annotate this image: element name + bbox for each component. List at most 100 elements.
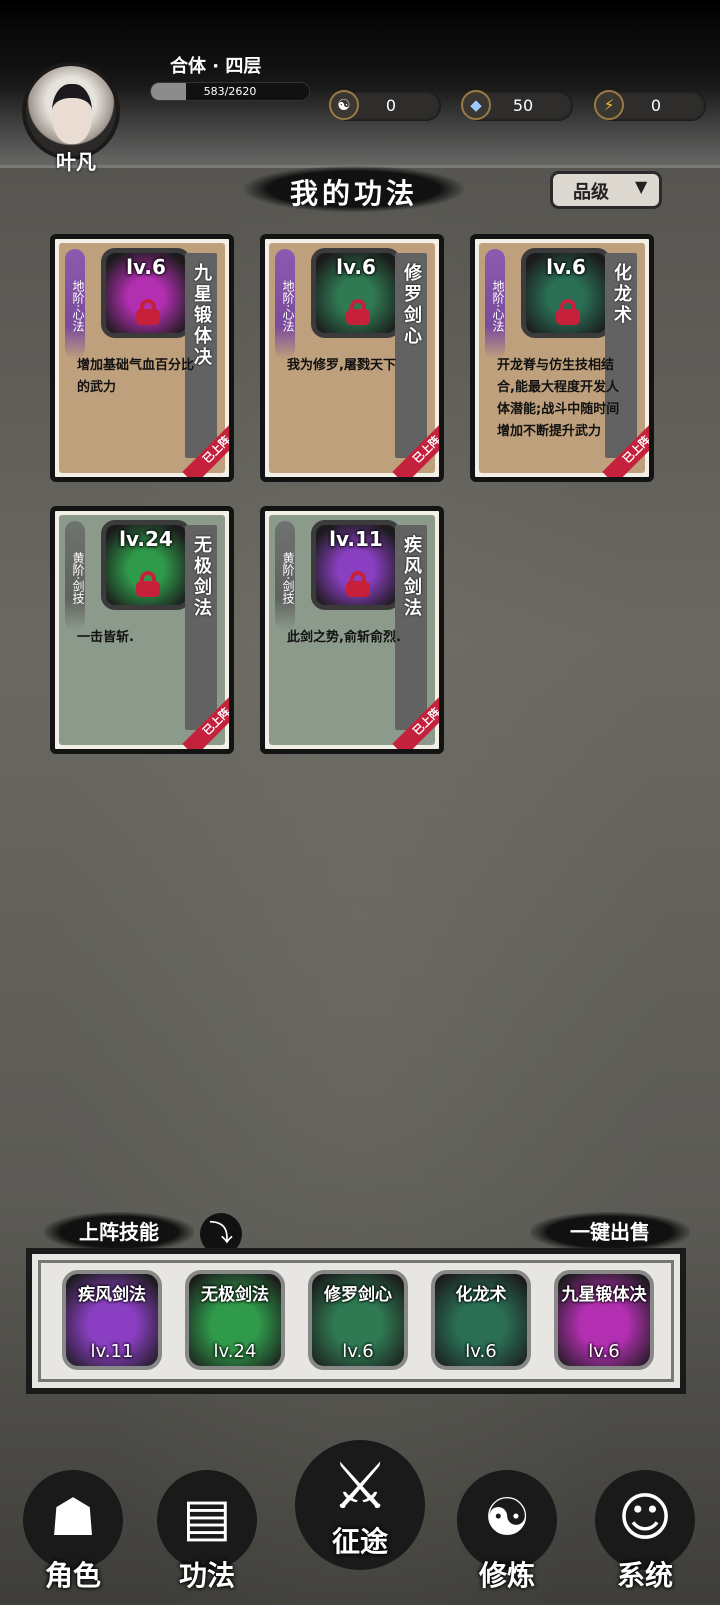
books-icon: ▤ — [182, 1488, 232, 1548]
skill-card[interactable]: 地阶·心法 lv.6 化龙术 开龙脊与仿生技相结合,能最大程度开发人体潜能;战斗… — [470, 234, 654, 482]
equipped-skill-name: 无极剑法 — [201, 1285, 269, 1305]
skill-icon: lv.24 — [101, 520, 191, 610]
card-body: 黄阶·剑技 lv.11 疾风剑法 此剑之势,俞斩俞烈. 已上阵 — [269, 515, 439, 749]
equipped-ribbon: 已上阵 — [171, 419, 229, 477]
nav-label: 修炼 — [478, 1559, 535, 1592]
equipped-skill-name: 疾风剑法 — [78, 1285, 146, 1305]
skill-description: 增加基础气血百分比的武力 — [77, 358, 195, 395]
skill-grade: 地阶·心法 — [275, 249, 295, 359]
skill-level: lv.6 — [336, 255, 376, 279]
equipped-skill-slot[interactable]: 无极剑法 lv.24 — [185, 1270, 285, 1370]
skill-level: lv.24 — [119, 527, 173, 551]
nav-label: 角色 — [44, 1559, 101, 1592]
yin-yang-icon: ☯ — [329, 90, 359, 120]
equipped-ribbon: 已上阵 — [171, 691, 229, 749]
skill-card[interactable]: 地阶·心法 lv.6 九星锻体决 增加基础气血百分比的武力 已上阵 — [50, 234, 234, 482]
skill-card[interactable]: 黄阶·剑技 lv.11 疾风剑法 此剑之势,俞斩俞烈. 已上阵 — [260, 506, 444, 754]
nav-sword-emblem[interactable]: ⚔ 征途 — [290, 1410, 430, 1570]
equipped-status: 已上阵 — [182, 691, 229, 749]
lock-icon — [346, 299, 370, 325]
avatar-face — [52, 84, 92, 144]
equipped-skill-slot[interactable]: 九星锻体决 lv.6 — [554, 1270, 654, 1370]
skill-grade: 地阶·心法 — [65, 249, 85, 359]
resource-crystal[interactable]: ◆ 50 — [461, 90, 573, 121]
equipped-status: 已上阵 — [182, 419, 229, 477]
equipped-skill-name: 修罗剑心 — [324, 1285, 392, 1305]
hooded-figure-icon: ☗ — [49, 1488, 97, 1548]
skill-grade: 地阶·心法 — [485, 249, 505, 359]
equipped-skill-slot[interactable]: 修罗剑心 lv.6 — [308, 1270, 408, 1370]
skill-icon: lv.6 — [521, 248, 611, 338]
sword-emblem-icon: ⚔ — [331, 1450, 389, 1524]
sell-all-button[interactable]: 一键出售 — [530, 1212, 690, 1252]
page-title: 我的功法 — [289, 177, 418, 210]
meditation-icon: ☯ — [483, 1488, 531, 1548]
skill-name: 无极剑法 — [191, 535, 212, 619]
nav-label: 系统 — [616, 1559, 673, 1592]
exp-bar: 583/2620 — [150, 82, 310, 101]
equipped-ribbon: 已上阵 — [381, 691, 439, 749]
skill-grade: 黄阶·剑技 — [275, 521, 295, 631]
lock-icon — [346, 571, 370, 597]
resource-value: 0 — [650, 96, 662, 115]
equipped-skill-level: lv.11 — [90, 1341, 134, 1362]
skill-level: lv.6 — [126, 255, 166, 279]
card-body: 地阶·心法 lv.6 九星锻体决 增加基础气血百分比的武力 已上阵 — [59, 243, 229, 477]
nav-meditation[interactable]: ☯ 修炼 — [452, 1470, 562, 1600]
lightning-icon: ⚡ — [594, 90, 624, 120]
skill-name: 化龙术 — [611, 263, 632, 326]
equipped-skills-label: 上阵技能 — [44, 1212, 194, 1252]
skill-name: 修罗剑心 — [401, 263, 422, 347]
crystal-icon: ◆ — [461, 90, 491, 120]
skill-description: 我为修罗,屠戮天下 — [287, 358, 396, 373]
player-name: 叶凡 — [56, 150, 96, 174]
nav-books[interactable]: ▤ 功法 — [152, 1470, 262, 1600]
page-title-banner: 我的功法 — [244, 166, 464, 212]
chevron-down-icon: ▼ — [635, 177, 648, 196]
nav-mascot[interactable]: ☺ 系统 — [590, 1470, 700, 1600]
bottom-nav: ☗ 角色 ▤ 功法 ⚔ 征途 ☯ 修炼 ☺ 系统 — [0, 1410, 720, 1605]
nav-label: 征途 — [331, 1525, 388, 1558]
skill-description: 此剑之势,俞斩俞烈. — [287, 630, 401, 645]
skill-name: 疾风剑法 — [401, 535, 422, 619]
resource-value: 50 — [512, 96, 534, 115]
sort-label: 品级 — [573, 182, 609, 203]
skill-description: 一击皆斩. — [77, 630, 134, 645]
equipped-ribbon: 已上阵 — [381, 419, 439, 477]
equipped-ribbon: 已上阵 — [591, 419, 649, 477]
equipped-skill-slot[interactable]: 疾风剑法 lv.11 — [62, 1270, 162, 1370]
equipped-skill-level: lv.24 — [213, 1341, 257, 1362]
skill-level: lv.11 — [329, 527, 383, 551]
sort-grade-button[interactable]: 品级 ▼ — [550, 171, 662, 209]
exp-text: 583/2620 — [203, 85, 257, 98]
equipped-status: 已上阵 — [392, 691, 439, 749]
cultivation-realm: 合体 · 四层 — [170, 56, 262, 77]
lock-icon — [136, 571, 160, 597]
equipped-status: 已上阵 — [392, 419, 439, 477]
nav-hooded-figure[interactable]: ☗ 角色 — [18, 1470, 128, 1600]
equipped-skill-name: 九星锻体决 — [561, 1285, 647, 1305]
equipped-skill-level: lv.6 — [465, 1341, 497, 1362]
nav-label: 功法 — [178, 1559, 235, 1592]
resource-yin-yang[interactable]: ☯ 0 — [329, 90, 441, 121]
skill-level: lv.6 — [546, 255, 586, 279]
skill-grade: 黄阶·剑技 — [65, 521, 85, 631]
card-body: 黄阶·剑技 lv.24 无极剑法 一击皆斩. 已上阵 — [59, 515, 229, 749]
equipped-skill-name: 化龙术 — [455, 1285, 507, 1305]
resource-value: 0 — [385, 96, 397, 115]
equipped-skill-slot[interactable]: 化龙术 lv.6 — [431, 1270, 531, 1370]
lock-icon — [556, 299, 580, 325]
skill-card[interactable]: 地阶·心法 lv.6 修罗剑心 我为修罗,屠戮天下 已上阵 — [260, 234, 444, 482]
skill-icon: lv.11 — [311, 520, 401, 610]
card-body: 地阶·心法 lv.6 化龙术 开龙脊与仿生技相结合,能最大程度开发人体潜能;战斗… — [479, 243, 649, 477]
skill-icon: lv.6 — [101, 248, 191, 338]
equipped-skills-panel: 疾风剑法 lv.11 无极剑法 lv.24 修罗剑心 lv.6 化龙术 lv.6 九星锻… — [26, 1248, 686, 1394]
mascot-icon: ☺ — [617, 1488, 673, 1548]
skill-card[interactable]: 黄阶·剑技 lv.24 无极剑法 一击皆斩. 已上阵 — [50, 506, 234, 754]
skill-icon: lv.6 — [311, 248, 401, 338]
card-body: 地阶·心法 lv.6 修罗剑心 我为修罗,屠戮天下 已上阵 — [269, 243, 439, 477]
lock-icon — [136, 299, 160, 325]
equipped-skill-level: lv.6 — [588, 1341, 620, 1362]
skill-name: 九星锻体决 — [191, 263, 212, 368]
resource-lightning[interactable]: ⚡ 0 — [594, 90, 706, 121]
